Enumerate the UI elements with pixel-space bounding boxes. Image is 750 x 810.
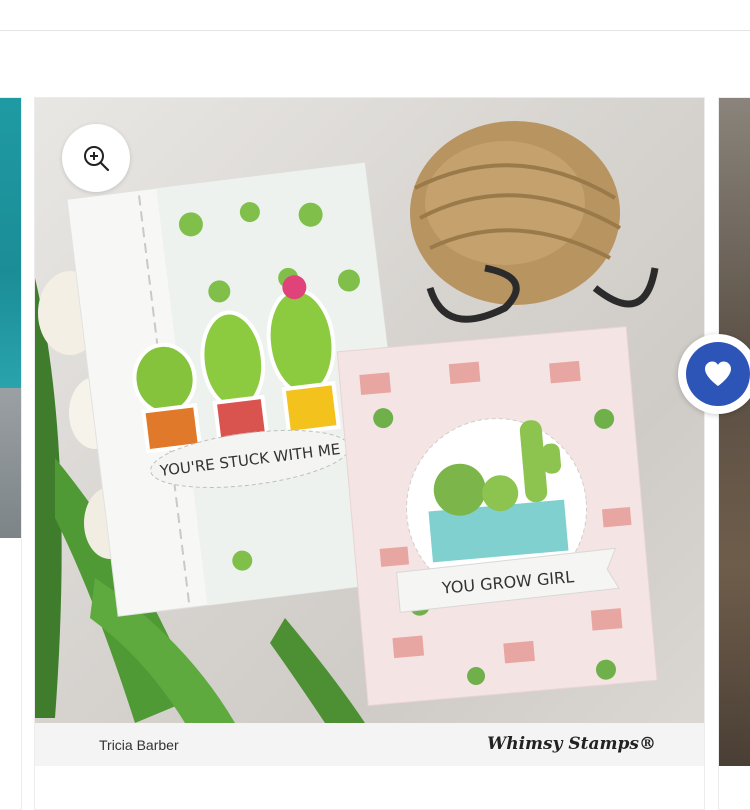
photographer-credit: Tricia Barber [99,737,179,753]
zoom-button[interactable] [62,124,130,192]
product-image[interactable]: YOU'RE STUCK WITH ME YOU GROW GIRL Trici… [35,98,704,766]
product-card-next[interactable] [718,97,750,810]
wishlist-button-inner [686,342,750,406]
brand-watermark: Whimsy Stamps® [487,734,656,754]
product-photo-illustration: YOU'RE STUCK WITH ME YOU GROW GIRL [35,121,659,723]
wishlist-button[interactable] [678,334,750,414]
product-image-next [719,98,750,766]
card-right: YOU GROW GIRL [336,326,658,707]
zoom-in-icon [84,146,110,172]
product-card[interactable]: YOU'RE STUCK WITH ME YOU GROW GIRL Trici… [34,97,705,810]
product-card-previous[interactable] [0,97,22,810]
product-image-previous-bottom [0,388,21,538]
top-bar [0,0,750,31]
photo-footer: Tricia Barber Whimsy Stamps® [35,723,704,766]
heart-icon [705,361,731,386]
product-image-previous-top [0,98,21,388]
